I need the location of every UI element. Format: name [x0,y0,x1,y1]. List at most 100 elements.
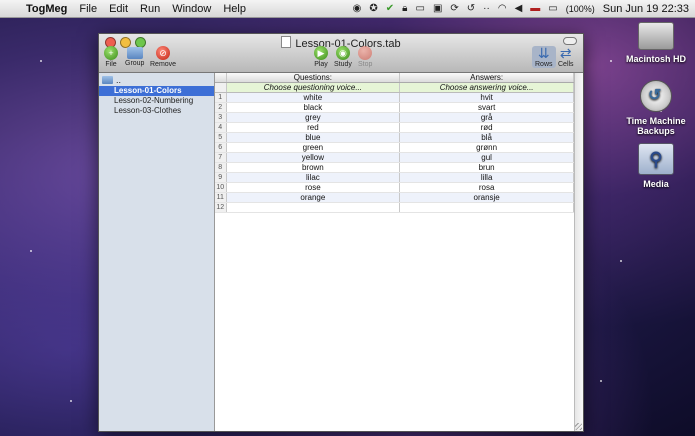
question-cell[interactable]: orange [226,192,401,203]
menu-edit[interactable]: Edit [109,3,128,15]
flag-icon[interactable]: ▬ [530,3,540,14]
sidebar-item-lesson-03[interactable]: Lesson-03-Clothes [99,106,214,116]
table-row[interactable]: 9 lilac lilla [215,172,574,183]
keyboard-icon[interactable]: ▭ [415,3,424,14]
lock-icon[interactable]: 🔒︎ [402,3,407,14]
eye-icon[interactable]: ◉ [353,3,362,14]
question-cell[interactable]: grey [226,112,401,123]
row-number: 12 [215,202,227,213]
row-number: 11 [215,192,227,203]
question-cell[interactable]: green [226,142,401,153]
play-button[interactable]: ▶ Play [314,46,328,68]
answer-cell[interactable]: oransje [399,192,574,203]
answers-header[interactable]: Answers: [399,73,574,83]
table-row[interactable]: 8 brown brun [215,162,574,173]
answer-cell[interactable]: blå [399,132,574,143]
hard-drive-icon [638,22,674,50]
row-number-header [215,73,227,83]
file-button[interactable]: + File [104,46,118,68]
volume-icon[interactable]: ◀ [515,3,523,14]
question-cell[interactable]: black [226,102,401,113]
toolbar-toggle-button[interactable] [563,37,577,45]
resize-grip[interactable] [575,423,582,430]
question-cell[interactable]: blue [226,132,401,143]
answering-voice-select[interactable]: Choose answering voice... [399,82,574,93]
question-cell[interactable]: yellow [226,152,401,163]
answer-cell[interactable]: hvit [399,92,574,103]
row-number: 8 [215,162,227,173]
question-cell[interactable] [226,202,401,213]
answer-cell[interactable]: lilla [399,172,574,183]
menu-file[interactable]: File [79,3,97,15]
table-row[interactable]: 1 white hvit [215,92,574,103]
row-number [215,82,227,93]
questioning-voice-select[interactable]: Choose questioning voice... [226,82,401,93]
bluetooth-icon[interactable]: ·· [483,3,490,14]
answer-cell[interactable]: rosa [399,182,574,193]
answer-cell[interactable]: rød [399,122,574,133]
lesson-table: Questions: Answers: Choose questioning v… [215,73,574,431]
group-button[interactable]: Group [125,46,144,67]
vertical-scrollbar[interactable] [574,73,583,431]
table-row[interactable]: 11 orange oransje [215,192,574,203]
menu-bar: TogMeg File Edit Run Window Help ◉ ✪ ✔ 🔒… [0,0,695,18]
menu-extra-icon[interactable]: ✪ [369,3,377,14]
stop-button[interactable]: Stop [358,46,372,68]
table-row[interactable]: 12 [215,202,574,213]
rows-button[interactable]: ⇊ Rows [532,46,556,68]
number-badge-icon[interactable]: ▣ [433,3,442,14]
title-bar[interactable]: Lesson-01-Colors.tab + File Group ⊘ Remo… [99,34,583,73]
sidebar-item-lesson-02[interactable]: Lesson-02-Numbering [99,96,214,106]
menu-run[interactable]: Run [140,3,160,15]
table-row[interactable]: 2 black svart [215,102,574,113]
table-row[interactable]: 3 grey grå [215,112,574,123]
battery-icon[interactable]: ▭ [548,3,557,14]
answer-cell[interactable] [399,202,574,213]
question-cell[interactable]: lilac [226,172,401,183]
row-number: 3 [215,112,227,123]
question-cell[interactable]: white [226,92,401,103]
menu-window[interactable]: Window [172,3,211,15]
table-row[interactable]: 5 blue blå [215,132,574,143]
add-icon: + [104,46,118,60]
wifi-icon[interactable]: ◠ [498,3,507,14]
study-button[interactable]: ◉ Study [334,46,352,68]
clock[interactable]: Sun Jun 19 22:33 [603,3,689,15]
rows-icon: ⇊ [537,45,550,61]
question-cell[interactable]: brown [226,162,401,173]
question-cell[interactable]: red [226,122,401,133]
battery-percent: (100%) [565,3,595,14]
table-row[interactable]: 4 red rød [215,122,574,133]
answer-cell[interactable]: grønn [399,142,574,153]
cells-button[interactable]: ⇄ Cells [558,46,574,68]
cells-icon: ⇄ [559,45,572,61]
desktop-icon-label: Time Machine Backups [626,116,686,136]
study-icon: ◉ [335,46,350,60]
lesson-sidebar: .. Lesson-01-Colors Lesson-02-Numbering … [99,73,215,431]
app-menu[interactable]: TogMeg [26,3,67,15]
questions-header[interactable]: Questions: [226,73,401,83]
row-number: 4 [215,122,227,133]
desktop-icon-macintosh-hd[interactable]: Macintosh HD [616,22,695,64]
question-cell[interactable]: rose [226,182,401,193]
folder-icon [102,75,113,84]
sidebar-parent-folder[interactable]: .. [99,73,214,86]
answer-cell[interactable]: brun [399,162,574,173]
answer-cell[interactable]: gul [399,152,574,163]
answer-cell[interactable]: svart [399,102,574,113]
time-machine-menu-icon[interactable]: ↺ [467,3,475,14]
play-icon: ▶ [314,46,328,60]
table-row[interactable]: 7 yellow gul [215,152,574,163]
drive-icon: ⚲ [638,143,674,175]
table-row[interactable]: 6 green grønn [215,142,574,153]
menu-help[interactable]: Help [223,3,246,15]
answer-cell[interactable]: grå [399,112,574,123]
sync-icon[interactable]: ⟳ [450,3,458,14]
sidebar-item-lesson-01[interactable]: Lesson-01-Colors [99,86,214,96]
desktop-icon-media[interactable]: ⚲ Media [616,143,695,189]
checkmark-icon[interactable]: ✔ [386,3,394,14]
desktop-icon-label: Media [643,179,669,189]
desktop-icon-time-machine[interactable]: Time Machine Backups [616,80,695,136]
table-row[interactable]: 10 rose rosa [215,182,574,193]
remove-button[interactable]: ⊘ Remove [150,46,176,68]
